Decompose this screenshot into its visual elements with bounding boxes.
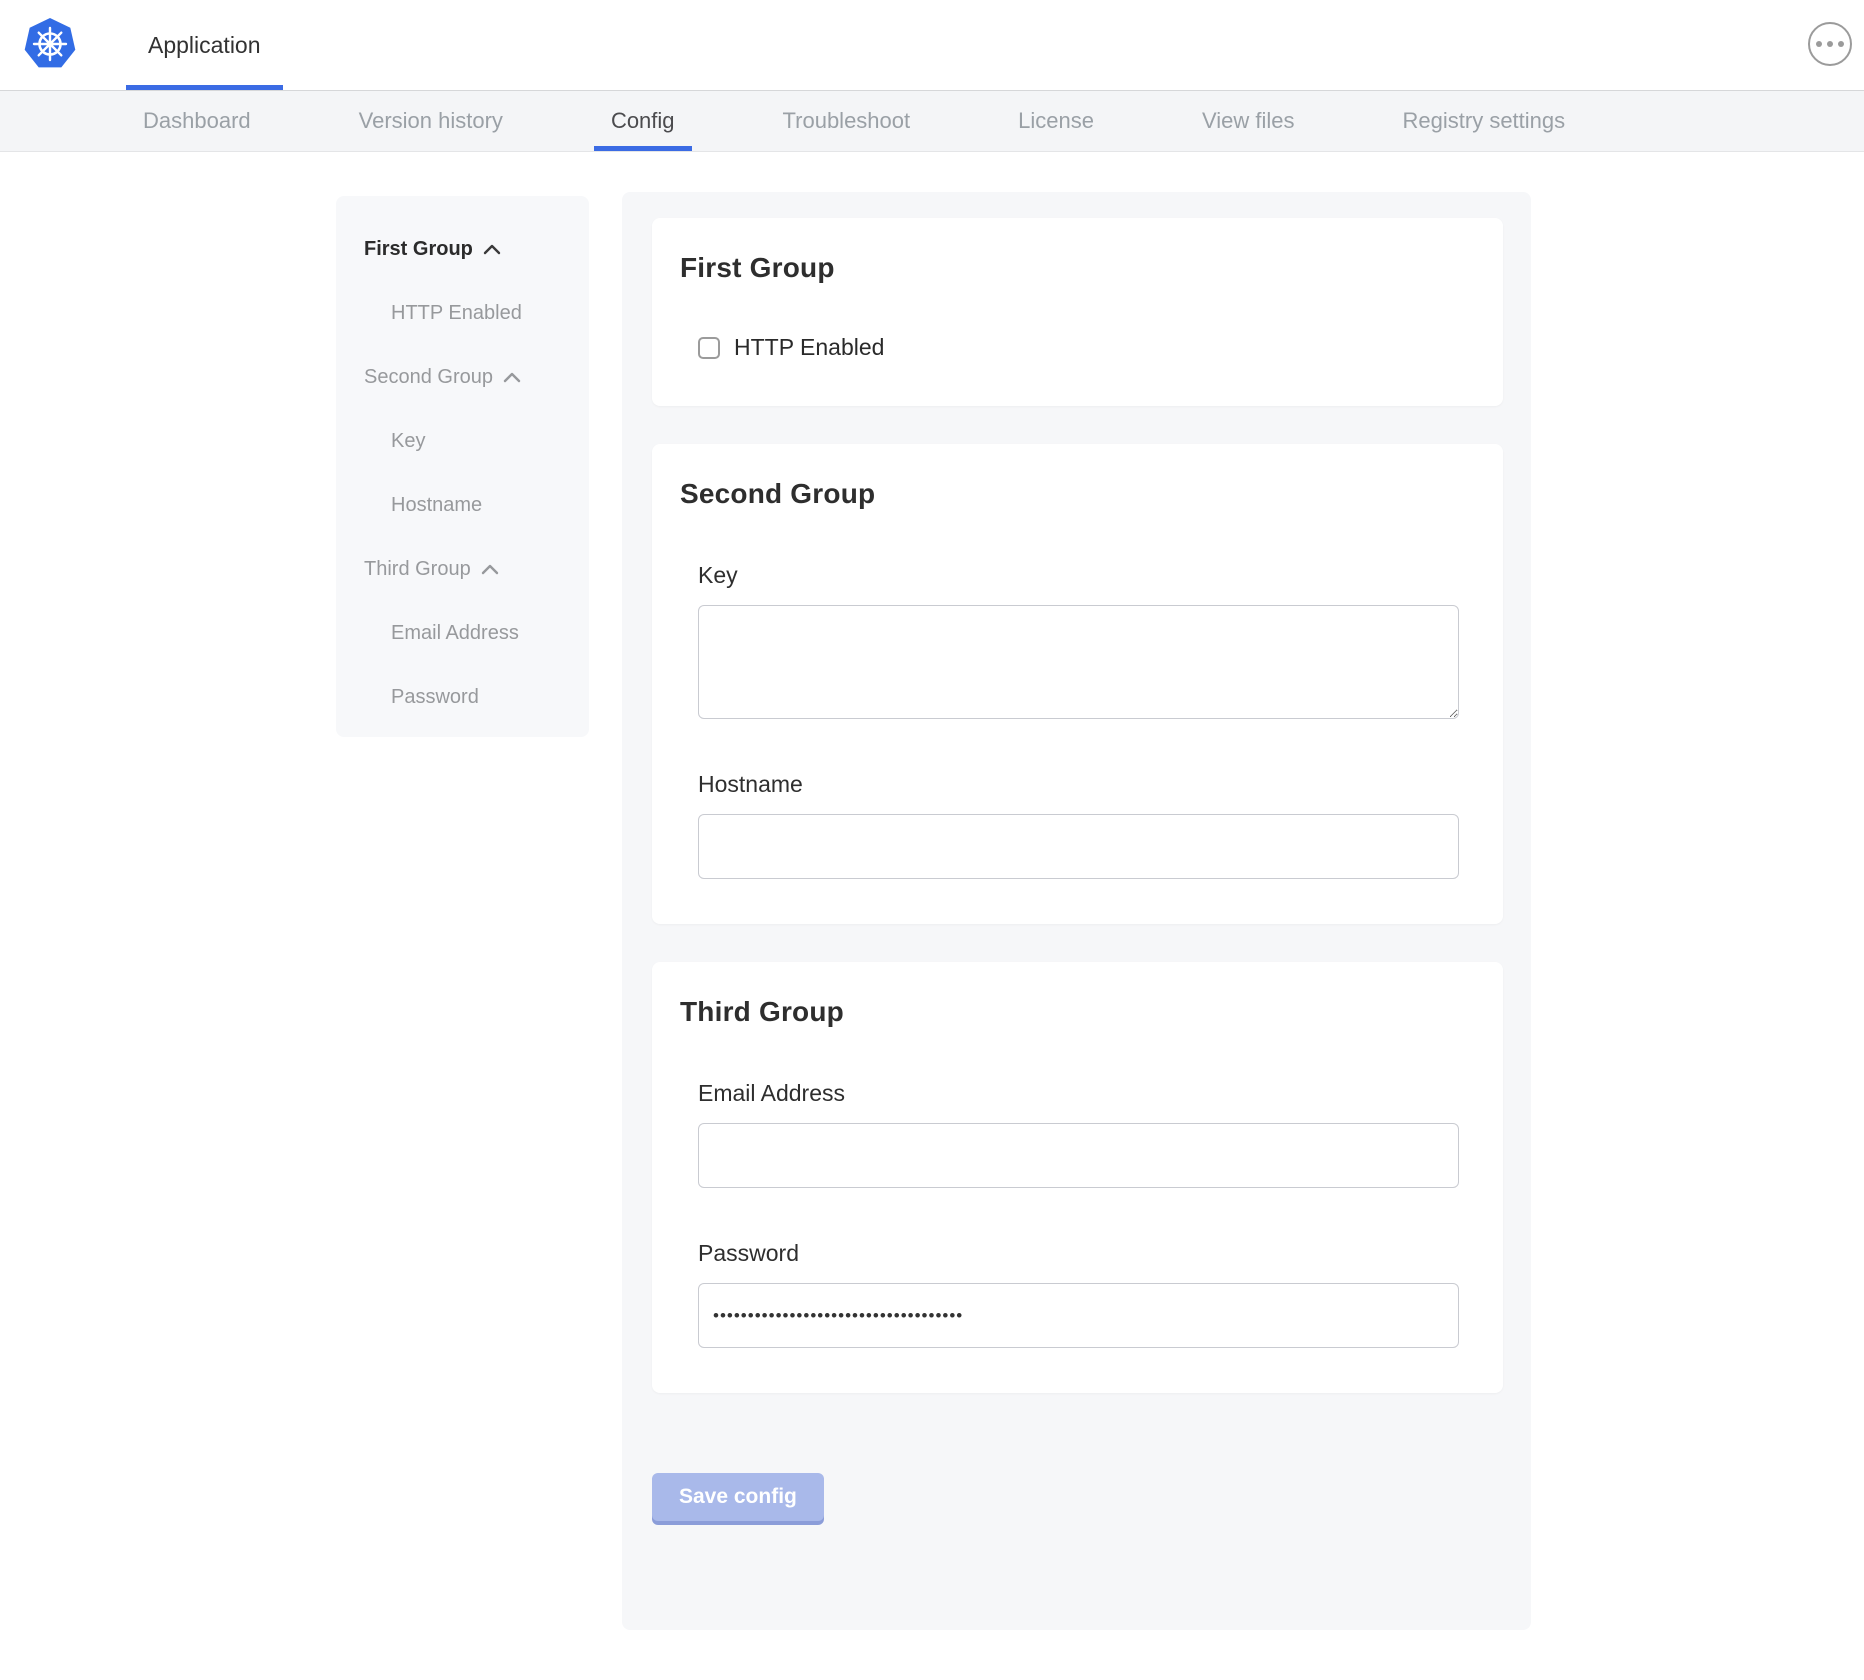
- tab-registry-settings[interactable]: Registry settings: [1403, 91, 1566, 151]
- subnav-tabs: Dashboard Version history Config Trouble…: [0, 91, 1864, 151]
- app-subnav: Dashboard Version history Config Trouble…: [0, 90, 1864, 152]
- group-title: First Group: [680, 252, 1459, 284]
- config-group-card-third: Third Group Email Address Password: [652, 962, 1503, 1393]
- hostname-label: Hostname: [698, 771, 1459, 798]
- group-title: Second Group: [680, 478, 1459, 510]
- chevron-up-icon: [481, 564, 499, 575]
- password-field: Password: [698, 1240, 1459, 1348]
- key-field: Key: [698, 562, 1459, 719]
- tab-dashboard[interactable]: Dashboard: [143, 91, 251, 151]
- chevron-up-icon: [483, 244, 501, 255]
- tab-license[interactable]: License: [1018, 91, 1094, 151]
- password-input[interactable]: [698, 1283, 1459, 1348]
- tab-troubleshoot[interactable]: Troubleshoot: [783, 91, 911, 151]
- sidebar-group-label: First Group: [364, 238, 473, 261]
- key-label: Key: [698, 562, 1459, 589]
- sidebar-item-label: Password: [391, 686, 479, 709]
- tab-version-history[interactable]: Version history: [359, 91, 503, 151]
- sidebar-item-label: Key: [391, 430, 425, 453]
- sidebar-item-password[interactable]: Password: [364, 686, 579, 709]
- config-outline-sidebar: First Group HTTP Enabled Second Group Ke…: [336, 196, 589, 737]
- email-address-field: Email Address: [698, 1080, 1459, 1188]
- application-tab-active-underline: [126, 85, 283, 90]
- sidebar-item-http-enabled[interactable]: HTTP Enabled: [364, 302, 579, 325]
- kubernetes-logo-icon: [24, 17, 76, 74]
- sidebar-item-label: Email Address: [391, 622, 519, 645]
- http-enabled-checkbox[interactable]: [698, 337, 720, 359]
- sidebar-item-label: Hostname: [391, 494, 482, 517]
- hostname-input[interactable]: [698, 814, 1459, 879]
- tab-config[interactable]: Config: [611, 91, 675, 151]
- password-label: Password: [698, 1240, 1459, 1267]
- email-address-input[interactable]: [698, 1123, 1459, 1188]
- email-address-label: Email Address: [698, 1080, 1459, 1107]
- sidebar-group-first-group[interactable]: First Group: [364, 238, 579, 261]
- sidebar-item-email-address[interactable]: Email Address: [364, 622, 579, 645]
- chevron-up-icon: [503, 372, 521, 383]
- sidebar-item-label: HTTP Enabled: [391, 302, 522, 325]
- app-logo: [0, 0, 76, 90]
- overflow-menu-button[interactable]: [1808, 22, 1852, 66]
- ellipsis-icon: [1816, 41, 1822, 47]
- sidebar-item-key[interactable]: Key: [364, 430, 579, 453]
- config-group-card-first: First Group HTTP Enabled: [652, 218, 1503, 406]
- config-form-panel: First Group HTTP Enabled Second Group Ke…: [622, 192, 1531, 1630]
- application-tab[interactable]: Application: [126, 0, 283, 90]
- http-enabled-field: HTTP Enabled: [698, 334, 1459, 361]
- application-tab-label: Application: [148, 32, 261, 59]
- sidebar-item-hostname[interactable]: Hostname: [364, 494, 579, 517]
- config-group-card-second: Second Group Key Hostname: [652, 444, 1503, 924]
- key-textarea[interactable]: [698, 605, 1459, 719]
- ellipsis-icon: [1838, 41, 1844, 47]
- hostname-field: Hostname: [698, 771, 1459, 879]
- save-config-button[interactable]: Save config: [652, 1473, 824, 1521]
- sidebar-group-label: Third Group: [364, 558, 471, 581]
- sidebar-group-third-group[interactable]: Third Group: [364, 558, 579, 581]
- sidebar-group-second-group[interactable]: Second Group: [364, 366, 579, 389]
- sidebar-group-label: Second Group: [364, 366, 493, 389]
- tab-view-files[interactable]: View files: [1202, 91, 1295, 151]
- group-title: Third Group: [680, 996, 1459, 1028]
- http-enabled-label[interactable]: HTTP Enabled: [734, 334, 884, 361]
- ellipsis-icon: [1827, 41, 1833, 47]
- top-header: Application: [0, 0, 1864, 90]
